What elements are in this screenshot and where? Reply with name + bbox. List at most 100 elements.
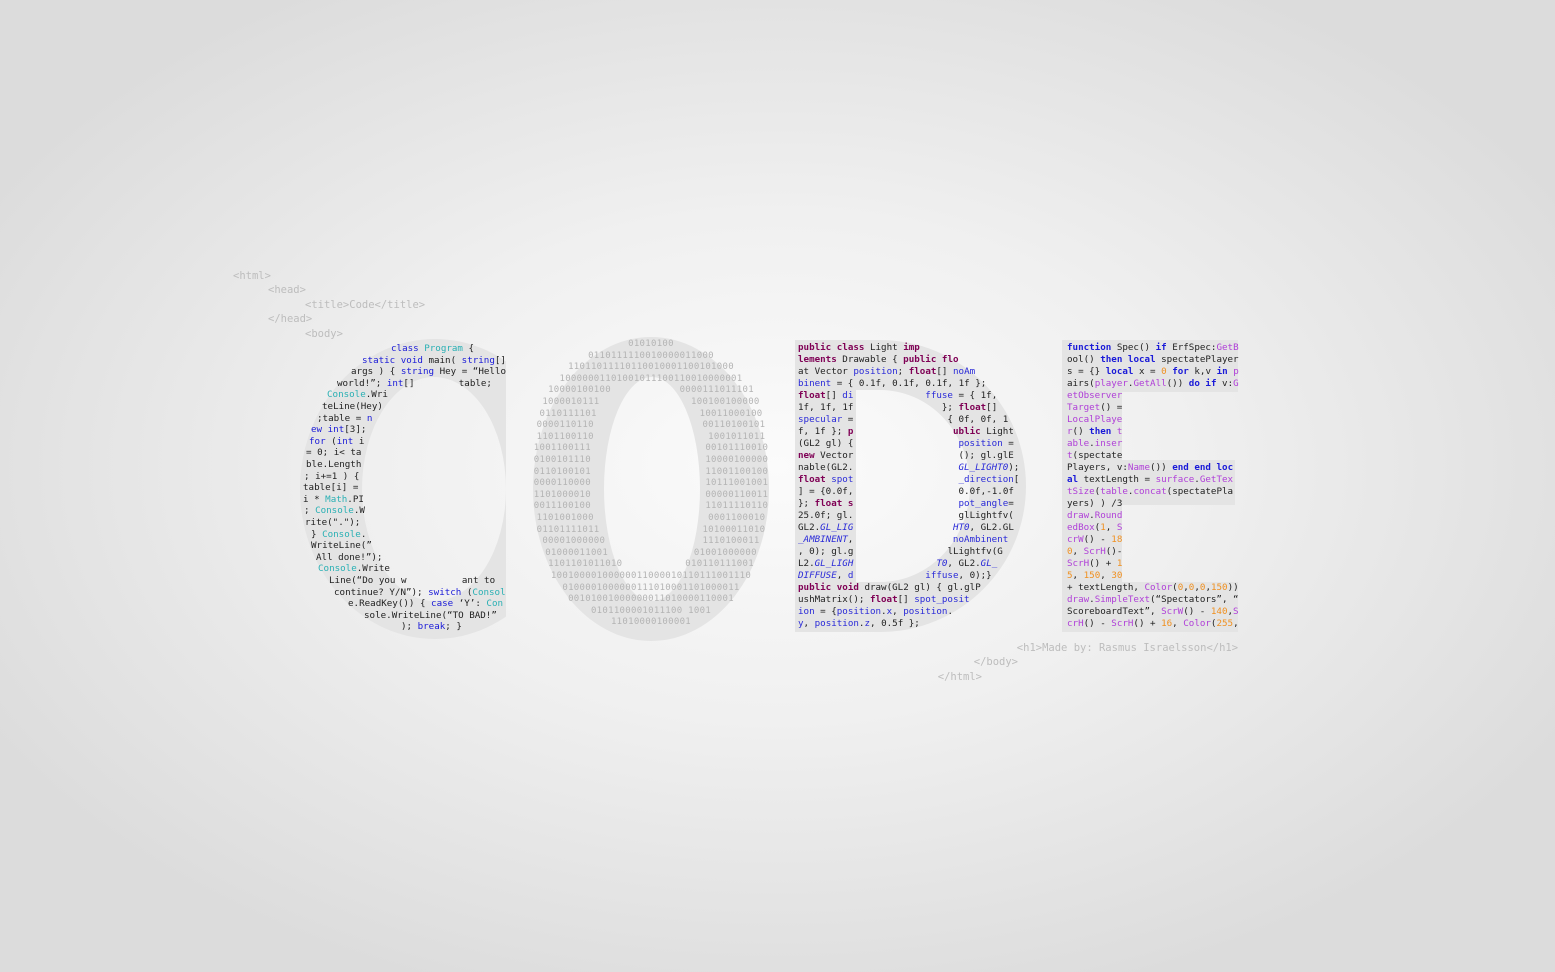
code-line: Players, v:Name()) end end loc xyxy=(1067,462,1234,473)
code-line: world!”; int[] table; xyxy=(337,377,492,389)
code-line: f, 1f }; p ublic Light xyxy=(798,426,1014,437)
code-line: ushMatrix(); float[] spot_posit xyxy=(798,594,970,605)
code-line: teLine(Hey) xyxy=(322,401,383,412)
binary-line: 10000001101001011100110010000001 xyxy=(559,373,743,384)
code-line: continue? Y/N”); switch (Consol xyxy=(334,586,506,598)
code-line: }; float s pot_angle= xyxy=(798,498,1014,509)
binary-line: 0100001000000111010001101000011 xyxy=(562,582,740,593)
code-line: public class Light imp xyxy=(798,342,920,353)
binary-line: 1000010111 100100100000 xyxy=(542,397,760,407)
binary-line: 0110111110010000011000 xyxy=(588,350,714,361)
html-tag-line: </head> xyxy=(268,313,313,325)
code-line: (GL2 gl) { position = xyxy=(798,438,1014,449)
html-tag-line: </body> xyxy=(973,656,1019,668)
code-letters-background xyxy=(300,337,1238,641)
code-line: r() then t xyxy=(1067,426,1123,437)
code-line: ] = {0.0f, 0.0f,-1.0f xyxy=(798,486,1014,497)
binary-line: 00101001000000011010000110001 xyxy=(568,594,734,605)
code-line: + textLength, Color(0,0,0,150)) xyxy=(1067,582,1239,593)
code-line: function Spec() if ErfSpec:GetB xyxy=(1067,342,1239,353)
html-tag-line: <h1>Made by: Rasmus Israelsson</h1> xyxy=(1016,642,1239,654)
code-line: t(spectate xyxy=(1067,450,1123,461)
code-line: ); break; } xyxy=(401,621,462,633)
binary-line: 11010000100001 xyxy=(610,617,692,628)
binary-line: 0100101110 10000100000 xyxy=(533,455,769,465)
code-line: _AMBINENT, noAmbinent xyxy=(798,534,1009,545)
code-line: able.inser xyxy=(1067,438,1123,449)
code-line: s = {} local x = 0 for k,v in p xyxy=(1067,366,1239,377)
code-line: table[i] = xyxy=(303,482,359,494)
code-line: class Program { xyxy=(391,343,475,354)
binary-line: 1001100111 00101110010 xyxy=(533,443,769,454)
binary-line: 0000110000 10111001001 xyxy=(533,478,769,489)
code-line: airs(player.GetAll()) do if v:G xyxy=(1067,378,1239,389)
code-line: ble.Length xyxy=(306,459,362,470)
code-line: edBox(1, S xyxy=(1067,522,1123,533)
code-line: LocalPlaye xyxy=(1067,414,1123,425)
binary-line: 0011100100 11011110110 xyxy=(533,501,769,512)
html-tag-line: <head> xyxy=(268,284,306,296)
binary-line: 0101100001011100 1001 xyxy=(590,605,712,616)
html-tag-line: <html> xyxy=(233,270,271,282)
html-tag-line: </html> xyxy=(937,671,983,683)
code-line: etObserver xyxy=(1067,390,1123,401)
code-line: float[] di ffuse = { 1f, xyxy=(798,390,998,401)
code-line: DIFFUSE, d iffuse, 0);} xyxy=(798,570,992,581)
code-line: } Console. xyxy=(311,528,367,540)
code-line: new Vector (); gl.glE xyxy=(798,450,1014,461)
code-line: ew int[3]; xyxy=(311,424,367,436)
binary-line: 1101001000 0001100010 xyxy=(536,513,766,523)
code-line: ion = {position.x, position. xyxy=(798,606,953,617)
code-line: static void main( string[] xyxy=(362,354,506,366)
code-line: ScrH() + 1 xyxy=(1067,558,1123,569)
code-line: rite("."); xyxy=(305,517,361,528)
code-line: tSize(table.concat(spectatePla xyxy=(1067,486,1234,497)
code-line: draw.SimpleText(“Spectators”, “ xyxy=(1067,594,1239,605)
binary-line: 11011011110110010001100101000 xyxy=(568,362,734,373)
code-line: ; i+=1 ) { xyxy=(304,470,360,482)
code-line: L2.GL_LIGH T0, GL2.GL_ xyxy=(798,558,998,569)
code-line: WriteLine(” xyxy=(311,540,372,552)
code-line: binent = { 0.1f, 0.1f, 0.1f, 1f }; xyxy=(798,378,987,389)
code-line: yers) ) /3 xyxy=(1067,498,1123,509)
binary-line: 1101000010 00000110011 xyxy=(533,489,769,500)
code-line: 5, 150, 30 xyxy=(1067,570,1123,581)
code-line: 1f, 1f, 1f }; float[] xyxy=(798,402,998,413)
binary-line: 0110100101 11001100100 xyxy=(533,466,769,477)
code-line: i * Math.PI xyxy=(303,493,364,505)
code-line: args ) { string Hey = “Hello xyxy=(351,366,506,378)
binary-line: 00001000000 1110100011 xyxy=(542,536,760,547)
code-line: nable(GL2. GL_LIGHT0); xyxy=(798,462,1020,473)
code-line: All done!”); xyxy=(316,551,383,563)
code-line: Console.Wri xyxy=(327,389,388,401)
code-line: = 0; i< ta xyxy=(306,447,362,459)
binary-line: 10010000100000011000010110111001110 xyxy=(550,571,752,581)
code-line: y, position.z, 0.5f }; xyxy=(798,618,920,629)
code-line: Console.Write xyxy=(318,563,390,575)
binary-line: 01000011001 01001000000 xyxy=(545,547,757,558)
code-line: , 0); gl.g lLightfv(G xyxy=(798,546,1003,557)
code-line: lements Drawable { public flo xyxy=(798,354,959,365)
code-line: ool() then local spectatePlayer xyxy=(1067,354,1239,365)
code-line: 0, ScrH()- xyxy=(1067,546,1123,557)
code-line: ScoreboardText”, ScrW() - 140,S xyxy=(1067,606,1239,617)
code-line: al textLength = surface.GetTex xyxy=(1067,474,1234,485)
code-line: ;table = n xyxy=(317,412,373,424)
code-line: Target() = xyxy=(1067,402,1123,413)
code-line: at Vector position; float[] noAm xyxy=(798,366,976,377)
code-line: ; Console.W xyxy=(304,505,365,517)
binary-line: 0000110110 00110100101 xyxy=(536,420,766,431)
code-line: crH() - ScrH() + 16, Color(255, xyxy=(1067,618,1239,629)
binary-line: 01010100 xyxy=(628,339,674,349)
code-line: float spot _direction[ xyxy=(798,474,1020,485)
code-line: for (int i xyxy=(309,435,365,447)
binary-line: 1101100110 1001011011 xyxy=(536,431,766,442)
binary-line: 01101111011 10100011010 xyxy=(536,524,766,535)
code-line: GL2.GL_LIG HT0, GL2.GL xyxy=(798,522,1014,533)
code-line: Line(“Do you w ant to xyxy=(329,575,496,586)
code-line: crW() - 18 xyxy=(1067,534,1123,545)
html-tag-line: <body> xyxy=(305,328,343,340)
html-tag-line: <title>Code</title> xyxy=(305,299,426,311)
binary-line: 10000100100 0000111011101 xyxy=(548,385,754,396)
code-line: specular = { 0f, 0f, 1 xyxy=(798,414,1009,425)
